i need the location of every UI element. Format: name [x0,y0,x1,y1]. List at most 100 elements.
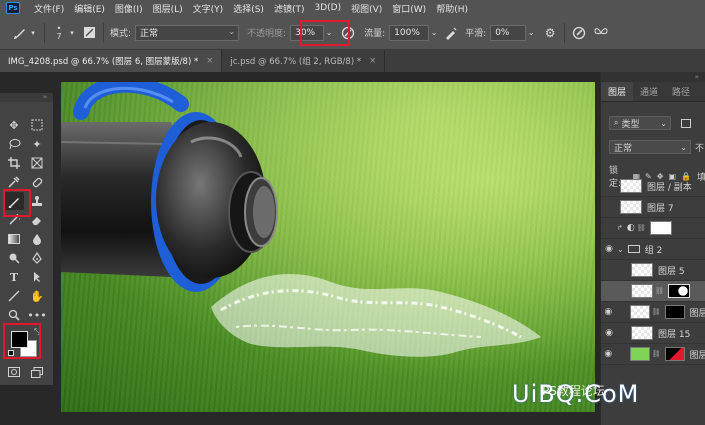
tab-img-4208[interactable]: IMG_4208.psd @ 66.7% (图层 6, 图层蒙版/8) * × [0,50,223,72]
lasso-tool-icon[interactable] [4,135,24,153]
move-tool-icon[interactable]: ✥ [4,116,24,134]
path-selection-tool-icon[interactable] [27,268,47,286]
layer-name: 图层 / 副本 [647,182,692,193]
layer-name: 图层 15 [658,329,691,340]
smoothing-dropdown-button[interactable]: ⌄ [526,25,536,41]
chevron-down-icon[interactable]: ⌄ [617,245,624,254]
layer-row[interactable]: ↱ ◐ ⛓ [601,218,705,239]
panel-collapse-button[interactable]: » [601,72,705,82]
layer-filter-select[interactable]: ⌕ 类型 ⌄ [609,116,671,130]
watermark-chinese-text: PS教程论坛 [542,384,605,398]
layer-name: 组 2 [644,245,663,256]
brush-settings-icon[interactable] [81,25,97,41]
blend-mode-select[interactable]: 正常 ⌄ [609,140,691,154]
gradient-tool-icon[interactable] [4,230,24,248]
layer-group-row[interactable]: ◉ ⌄ 组 2 [601,239,705,260]
layer-thumbnail [629,305,650,319]
menu-filter[interactable]: 滤镜(T) [274,2,305,15]
menu-window[interactable]: 窗口(W) [392,2,426,15]
gear-icon[interactable]: ⚙ [542,25,558,41]
image-filter-icon[interactable] [681,118,691,128]
more-tools-icon[interactable]: ••• [27,306,47,324]
menu-view[interactable]: 视图(V) [351,2,382,15]
airbrush-icon[interactable] [443,25,459,41]
dodge-tool-icon[interactable] [4,249,24,267]
chevron-down-icon[interactable]: ▾ [28,25,38,41]
layer-thumbnail [631,326,653,340]
layer-row-selected[interactable]: ⛓ [601,281,705,302]
layer-thumbnail [629,347,650,361]
foreground-color-swatch[interactable] [11,331,28,348]
link-icon: ⛓ [651,308,661,316]
crop-tool-icon[interactable] [4,154,24,172]
eye-icon[interactable]: ◉ [601,328,617,338]
screen-mode-icon[interactable] [27,363,47,381]
menu-file[interactable]: 文件(F) [34,2,64,15]
tab-layers[interactable]: 图层 [601,82,634,101]
folder-icon [627,245,640,253]
menu-layer[interactable]: 图层(L) [153,2,183,15]
layer-name: 图层 [689,350,705,361]
layer-row[interactable]: 图层 / 副本 [601,176,705,197]
opacity-short-label: 不 [695,143,705,154]
layer-row[interactable]: 图层 5 [601,260,705,281]
divider [44,22,45,43]
pen-tool-icon[interactable] [27,249,47,267]
toolbar-collapse-button[interactable]: » [0,93,53,102]
brush-preset-icon[interactable] [12,25,28,41]
layer-name: 图层 7 [647,203,674,214]
link-icon: ⛓ [636,224,646,232]
chevron-down-icon: ⌄ [680,142,687,152]
layer-thumbnail [620,179,642,193]
menu-image[interactable]: 图像(I) [115,2,143,15]
tab-title: jc.psd @ 66.7% (组 2, RGB/8) * [230,57,362,67]
layer-filter-value: 类型 [621,119,640,130]
eye-icon[interactable]: ◉ [601,307,616,317]
magic-wand-tool-icon[interactable]: ✦ [27,135,47,153]
layer-row[interactable]: ◉ ⛓ 图层 [601,302,705,323]
layers-panel: » 图层 通道 路径 ⌕ 类型 ⌄ 正常 ⌄ 不 锁定: ▦ ✎ ✥ ▣ 🔒 填… [600,72,705,425]
layer-mask-thumbnail[interactable] [667,284,690,298]
layer-row[interactable]: ◉ 图层 15 [601,323,705,344]
link-icon: ⛓ [655,287,664,295]
hand-tool-icon[interactable]: ✋ [27,287,47,305]
mode-select[interactable]: 正常 ⌄ [135,24,240,41]
symmetry-butterfly-icon[interactable] [593,25,609,41]
quick-mask-icon[interactable] [4,363,24,381]
menu-type[interactable]: 文字(Y) [193,2,224,15]
close-icon[interactable]: × [206,56,213,66]
mode-label: 模式: [110,29,132,39]
pressure-size-icon[interactable] [571,25,587,41]
menu-help[interactable]: 帮助(H) [436,2,468,15]
layer-row[interactable]: ◉ ⛓ 图层 [601,344,705,365]
search-icon: ⌕ [614,118,619,127]
marquee-tool-icon[interactable] [27,116,47,134]
eye-icon[interactable]: ◉ [601,349,616,359]
smoothing-field[interactable]: 0% [490,24,527,41]
menu-edit[interactable]: 编辑(E) [74,2,105,15]
line-tool-icon[interactable] [4,287,24,305]
flow-dropdown-button[interactable]: ⌄ [429,25,439,41]
brush-tool-highlight-box [3,189,31,217]
tab-paths[interactable]: 路径 [665,82,697,101]
zoom-tool-icon[interactable] [4,306,24,324]
menu-select[interactable]: 选择(S) [233,2,264,15]
chevron-down-icon[interactable]: ▾ [67,25,77,41]
close-icon[interactable]: × [369,56,376,66]
type-tool-icon[interactable]: T [4,268,24,286]
image-canvas[interactable] [61,82,595,412]
menu-3d[interactable]: 3D(D) [314,3,341,13]
layer-mask-thumbnail [664,305,685,319]
opacity-highlight-box [300,20,350,46]
flow-field[interactable]: 100% [389,24,430,41]
blur-tool-icon[interactable] [27,230,47,248]
frame-tool-icon[interactable] [27,154,47,172]
layer-row[interactable]: 图层 7 [601,197,705,218]
document-tab-bar: IMG_4208.psd @ 66.7% (图层 6, 图层蒙版/8) * × … [0,50,705,72]
brush-size-picker[interactable]: • 7 [51,24,67,41]
eye-icon[interactable]: ◉ [601,244,617,254]
divider [564,22,566,43]
tab-channels[interactable]: 通道 [633,82,665,101]
layer-thumbnail [620,200,642,214]
tab-jc[interactable]: jc.psd @ 66.7% (组 2, RGB/8) * × [222,50,386,72]
